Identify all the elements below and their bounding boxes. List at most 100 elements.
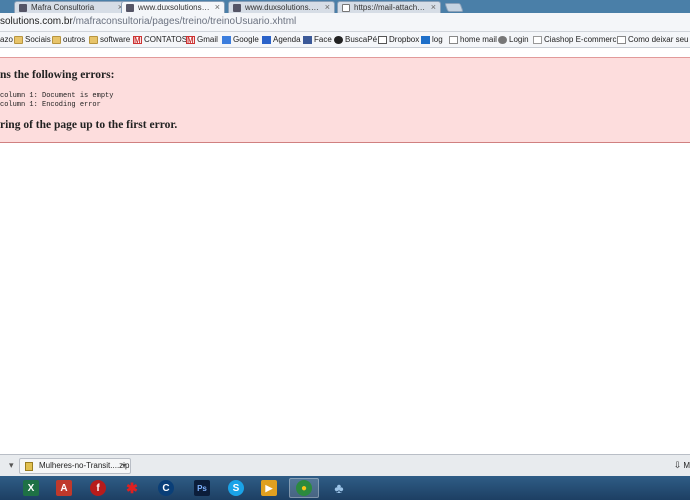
spider-icon: ✱ bbox=[126, 479, 138, 496]
tab-duxsolutions-active[interactable]: www.duxsolutions.com.br × bbox=[121, 1, 225, 13]
show-all-downloads-link[interactable]: ⇩ M bbox=[674, 460, 690, 471]
network-icon: ♣ bbox=[334, 480, 344, 496]
tab-mafra-consultoria[interactable]: Mafra Consultoria × bbox=[14, 1, 128, 13]
chevron-down-icon[interactable]: ▾ bbox=[9, 460, 14, 471]
pdf-icon: A bbox=[56, 480, 72, 496]
filezilla-icon: f bbox=[90, 480, 106, 496]
taskbar-filezilla[interactable]: f bbox=[83, 478, 113, 498]
bookmark-contatos[interactable]: CONTATOS bbox=[133, 34, 188, 47]
address-bar[interactable]: solutions.com.br/mafraconsultoria/pages/… bbox=[0, 16, 296, 28]
bookmark-label: log bbox=[432, 35, 443, 44]
close-icon[interactable]: × bbox=[325, 2, 330, 13]
skype-icon: S bbox=[228, 480, 244, 496]
folder-icon bbox=[52, 36, 61, 44]
download-arrow-icon: ⇩ bbox=[673, 460, 682, 470]
url-host: solutions.com.br bbox=[0, 16, 73, 27]
bookmark-outros[interactable]: outros bbox=[52, 34, 85, 46]
bookmark-label: outros bbox=[63, 35, 86, 44]
bookmark-software[interactable]: software bbox=[89, 34, 130, 46]
taskbar-skype[interactable]: S bbox=[221, 478, 251, 498]
google-icon bbox=[222, 36, 231, 44]
bookmark-gmail[interactable]: Gmail bbox=[186, 34, 218, 47]
taskbar-chrome[interactable]: ● bbox=[289, 478, 319, 498]
bookmark-label: azo bbox=[0, 35, 13, 44]
tab-duxsolutions[interactable]: www.duxsolutions.com.br × bbox=[228, 1, 335, 13]
bookmark-label: Gmail bbox=[197, 35, 218, 44]
bookmark-ciashop[interactable]: Ciashop E-commerc... bbox=[533, 34, 623, 46]
download-item[interactable]: Mulheres-no-Transit....zip ▾ bbox=[19, 458, 131, 474]
new-tab-button[interactable] bbox=[444, 3, 464, 12]
bookmark-label: BuscaPé bbox=[345, 35, 378, 44]
address-bar-row: solutions.com.br/mafraconsultoria/pages/… bbox=[0, 13, 690, 32]
log-icon bbox=[421, 36, 430, 44]
bookmark-label: Agenda bbox=[273, 35, 301, 44]
bookmark-log[interactable]: log bbox=[421, 34, 443, 46]
error-footer: ring of the page up to the first error. bbox=[0, 119, 178, 131]
close-icon[interactable]: × bbox=[215, 2, 220, 13]
tab-title: www.duxsolutions.com.br bbox=[138, 3, 210, 12]
bookmark-label: home mail bbox=[460, 35, 497, 44]
download-shelf: ▾ Mulheres-no-Transit....zip ▾ ⇩ M bbox=[0, 454, 690, 476]
ciashop-icon bbox=[533, 36, 542, 44]
taskbar-spider[interactable]: ✱ bbox=[117, 478, 147, 498]
bookmark-label: Dropbox bbox=[389, 35, 420, 44]
tab-title: Mafra Consultoria bbox=[31, 3, 95, 12]
bookmark-label: Sociais bbox=[25, 35, 51, 44]
page-icon bbox=[449, 36, 458, 44]
media-player-icon: ▶ bbox=[261, 480, 277, 496]
site-favicon-icon bbox=[19, 4, 27, 12]
taskbar-media-player[interactable]: ▶ bbox=[254, 478, 284, 498]
document-icon bbox=[342, 4, 350, 12]
folder-icon bbox=[14, 36, 23, 44]
taskbar-network[interactable]: ♣ bbox=[324, 478, 354, 498]
bookmark-google[interactable]: Google bbox=[222, 34, 259, 46]
tab-strip: Mafra Consultoria × www.duxsolutions.com… bbox=[0, 0, 690, 13]
bookmark-home-mail[interactable]: home mail bbox=[449, 34, 497, 46]
bookmark-como-deixar[interactable]: Como deixar seu na... bbox=[617, 34, 690, 46]
calendar-icon bbox=[262, 36, 271, 44]
dropbox-icon bbox=[378, 36, 387, 44]
taskbar-c-app[interactable]: C bbox=[151, 478, 181, 498]
photoshop-icon: Ps bbox=[194, 480, 210, 496]
facebook-icon bbox=[303, 36, 312, 44]
bookmark-label: software bbox=[100, 35, 131, 44]
url-path: /mafraconsultoria/pages/treino/treinoUsu… bbox=[72, 16, 297, 27]
bookmark-face[interactable]: Face bbox=[303, 34, 332, 46]
error-line: column 1: Document is empty bbox=[0, 92, 114, 100]
site-favicon-icon bbox=[126, 4, 134, 12]
c-app-icon: C bbox=[158, 480, 174, 496]
error-heading: ns the following errors: bbox=[0, 69, 115, 81]
download-filename: Mulheres-no-Transit....zip bbox=[39, 461, 130, 470]
page-icon bbox=[617, 36, 626, 44]
bookmark-label: Ciashop E-commerc... bbox=[544, 35, 624, 44]
show-all-label: M bbox=[683, 461, 690, 470]
zip-file-icon bbox=[25, 462, 33, 471]
tab-mail-attachment[interactable]: https://mail-attachment.g × bbox=[337, 1, 441, 13]
windows-taskbar: X A f ✱ C Ps S ▶ ● ♣ bbox=[0, 476, 690, 500]
error-details: column 1: Document is empty column 1: Enc… bbox=[0, 92, 113, 110]
bookmark-sociais[interactable]: Sociais bbox=[14, 34, 51, 46]
bookmark-label: CONTATOS bbox=[144, 35, 188, 44]
xml-parse-error-box: ns the following errors: column 1: Docum… bbox=[0, 57, 690, 143]
site-favicon-icon bbox=[233, 4, 241, 12]
bookmark-agenda[interactable]: Agenda bbox=[262, 34, 301, 46]
excel-icon: X bbox=[23, 480, 39, 496]
bookmarks-bar: azo Sociais outros software CONTATOS Gma… bbox=[0, 32, 690, 48]
bookmark-label: Como deixar seu na... bbox=[628, 35, 690, 44]
chevron-down-icon[interactable]: ▾ bbox=[122, 461, 126, 470]
bookmark-label: Face bbox=[314, 35, 332, 44]
taskbar-excel[interactable]: X bbox=[16, 478, 46, 498]
taskbar-pdf[interactable]: A bbox=[49, 478, 79, 498]
login-icon bbox=[498, 36, 507, 44]
bookmark-login[interactable]: Login bbox=[498, 34, 529, 46]
bookmark-dropbox[interactable]: Dropbox bbox=[378, 34, 419, 46]
bookmark-azo[interactable]: azo bbox=[0, 34, 13, 46]
gmail-icon bbox=[133, 35, 142, 47]
gmail-icon bbox=[186, 35, 195, 47]
taskbar-photoshop[interactable]: Ps bbox=[187, 478, 217, 498]
bookmark-label: Login bbox=[509, 35, 529, 44]
bookmark-buscape[interactable]: BuscaPé bbox=[334, 34, 377, 46]
folder-icon bbox=[89, 36, 98, 44]
close-icon[interactable]: × bbox=[431, 2, 436, 13]
tab-title: www.duxsolutions.com.br bbox=[245, 3, 320, 12]
